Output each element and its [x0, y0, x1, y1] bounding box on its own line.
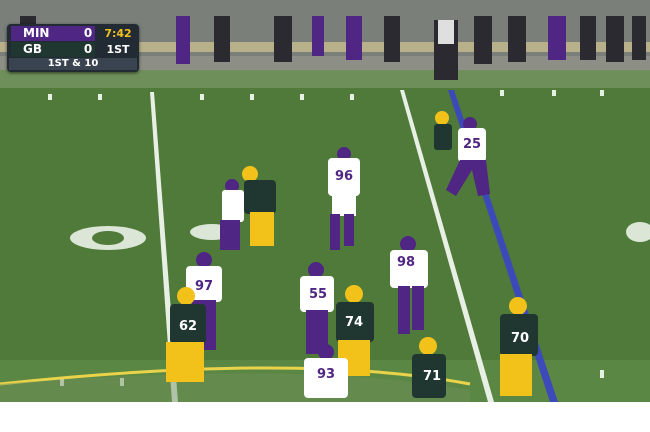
broadcast-frame: 25 96 97 55 98 74 70 62 93 71 MIN 0 GB 0… [0, 0, 650, 402]
game-clock: 7:42 [104, 27, 132, 40]
scorebug: MIN 0 GB 0 7:42 1ST 1ST & 10 [7, 24, 139, 72]
letterbox-bottom [0, 402, 650, 432]
jersey-number: 74 [345, 315, 363, 330]
jersey-number: 62 [179, 319, 197, 334]
jersey-number: 96 [335, 169, 353, 184]
jersey-number: 71 [423, 369, 441, 384]
jersey-number: 70 [511, 331, 529, 346]
jersey-number: 98 [397, 255, 415, 270]
jersey-number: 55 [309, 287, 327, 302]
jersey-number: 25 [463, 137, 481, 152]
referee-stripes [438, 20, 454, 44]
jersey-number: 93 [317, 367, 335, 382]
quarter-indicator: 1ST [106, 43, 130, 56]
home-team-name: GB [11, 42, 81, 57]
away-team-name: MIN [11, 26, 81, 41]
down-and-distance: 1ST & 10 [9, 58, 137, 70]
jersey-number: 97 [195, 279, 213, 294]
home-team-score: 0 [81, 42, 95, 57]
field-border [0, 70, 650, 90]
away-team-score: 0 [81, 26, 95, 41]
